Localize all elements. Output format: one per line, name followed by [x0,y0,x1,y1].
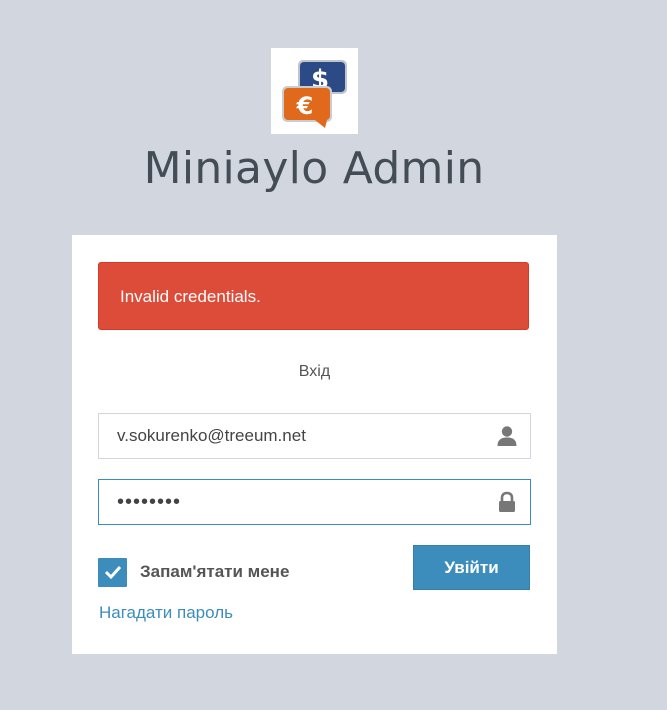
email-field [98,413,531,459]
remember-me: Запам'ятати мене [98,557,289,587]
email-input[interactable] [99,414,489,458]
checkmark-icon [104,565,121,579]
error-alert: Invalid credentials. [98,262,529,330]
password-input[interactable] [99,480,489,524]
forgot-password-link[interactable]: Нагадати пароль [99,603,233,623]
login-button[interactable]: Увійти [413,545,530,590]
app-logo: $ € [271,48,358,134]
currency-exchange-logo-icon: $ € [282,60,347,128]
lock-icon [499,491,515,512]
login-box: Invalid credentials. Вхід Запам'ятати ме… [72,235,557,654]
login-box-message: Вхід [298,363,331,380]
password-field [98,479,531,525]
svg-text:€: € [296,92,314,120]
app-title: Miniaylo Admin [143,143,485,194]
user-icon [497,426,517,446]
remember-me-label[interactable]: Запам'ятати мене [140,562,289,582]
remember-me-checkbox[interactable] [98,557,127,587]
